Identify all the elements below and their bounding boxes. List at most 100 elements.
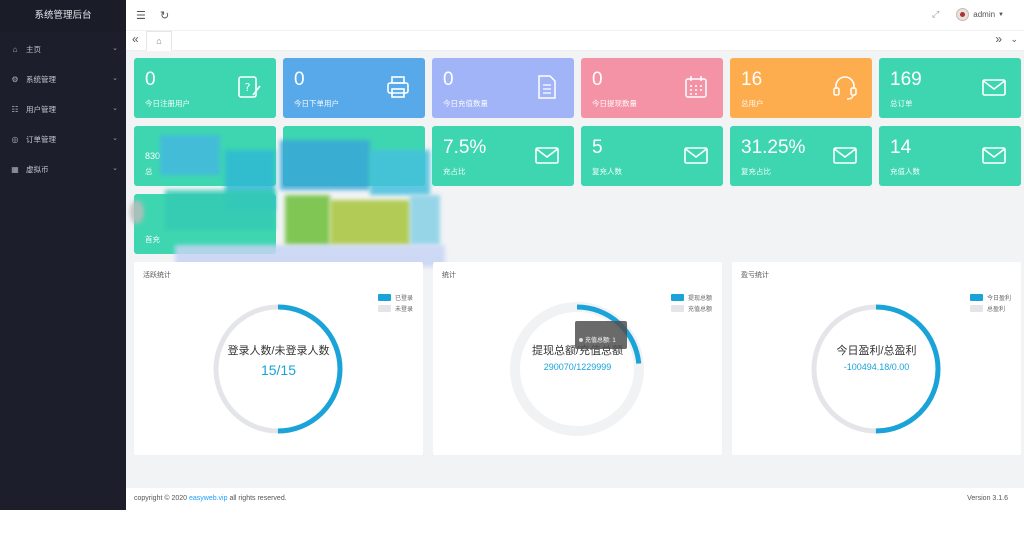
stat-value: 169 — [890, 69, 922, 90]
coin-icon: ▦ — [11, 164, 19, 174]
stat-label: 充值人数 — [890, 167, 920, 176]
tooltip-text: 充值总额: 1 — [585, 338, 616, 344]
avatar — [956, 8, 970, 21]
refresh-icon[interactable]: ↻ — [160, 9, 169, 22]
stat-label: 今日下单用户 — [294, 99, 339, 108]
sidebar-item-users[interactable]: ☷ 用户管理 ⌄ — [0, 94, 126, 124]
sidebar-brand: 系统管理后台 — [0, 0, 126, 32]
user-icon: ☷ — [11, 104, 19, 114]
stat-card-total: 830 总 — [134, 126, 276, 186]
stat-value: 31.25% — [741, 137, 806, 158]
stat-card-first-recharge: 首充 — [134, 194, 276, 254]
donut-chart — [811, 304, 941, 434]
headset-icon — [833, 76, 857, 100]
home-icon: ⌂ — [12, 44, 18, 54]
sidebar-item-orders[interactable]: ◎ 订单管理 ⌄ — [0, 124, 126, 154]
stat-value: 0 — [145, 69, 156, 90]
panel-value: 290070/1229999 — [543, 362, 612, 372]
home-icon: ⌂ — [156, 36, 162, 46]
username: admin — [973, 10, 996, 19]
tabs-menu-icon[interactable]: ⌄ — [1010, 34, 1018, 45]
panel-main-label: 今日盈利/总盈利 — [836, 345, 917, 357]
stat-card-today-register: 0 今日注册用户 ? — [134, 58, 276, 118]
document-list-icon — [538, 75, 556, 99]
panel-main-label: 登录人数/未登录人数 — [227, 345, 330, 357]
stat-label: 总订单 — [890, 99, 913, 108]
stat-card-recharge-count: 14 充值人数 — [879, 126, 1021, 186]
fullscreen-icon[interactable]: ⤢ — [932, 9, 939, 20]
top-header: ☰ ↻ ⤢ admin ▼ — [126, 0, 1024, 31]
stat-value: 0 — [294, 69, 305, 90]
copyright-suffix: all rights reserved. — [229, 495, 287, 502]
stat-card-today-withdraw: 0 今日提现数量 — [581, 58, 723, 118]
panel-active-stats: 活跃统计 已登录 未登录 登录人数/未登录人数 15/15 — [134, 262, 423, 455]
printer-icon — [387, 76, 409, 98]
stat-value: 0 — [592, 69, 603, 90]
sidebar-item-label: 订单管理 — [26, 134, 56, 144]
stat-value: 0 — [443, 69, 454, 90]
order-icon: ◎ — [11, 134, 19, 144]
tab-home[interactable]: ⌂ — [146, 31, 172, 51]
copyright-prefix: copyright © 2020 — [134, 495, 188, 502]
sidebar-item-label: 虚拟币 — [26, 164, 49, 174]
stat-card-total-orders: 169 总订单 — [879, 58, 1021, 118]
panel-finance-stats: 统计 提现总额 充值总额 提现总额/充值总额 290070/1229999 — [433, 262, 722, 455]
user-menu[interactable]: admin ▼ — [956, 8, 1004, 21]
mail-icon — [684, 147, 708, 164]
stat-card-repeat-count: 5 复充人数 — [581, 126, 723, 186]
stat-card-blurred — [283, 126, 425, 186]
stat-value: 5 — [592, 137, 603, 158]
donut-chart — [213, 304, 343, 434]
mail-icon — [535, 147, 559, 164]
mail-icon — [833, 147, 857, 164]
copyright: copyright © 2020 easyweb.vip all rights … — [134, 495, 287, 502]
sidebar-item-coins[interactable]: ▦ 虚拟币 ⌄ — [0, 154, 126, 184]
stat-value: 7.5% — [443, 137, 487, 158]
mail-icon — [982, 79, 1006, 96]
sidebar-item-label: 用户管理 — [26, 104, 56, 114]
stat-label: 充占比 — [443, 167, 466, 176]
copyright-link[interactable]: easyweb.vip — [189, 495, 228, 502]
stat-value: 14 — [890, 137, 912, 158]
chevron-down-icon: ⌄ — [112, 135, 118, 142]
stat-label: 今日充值数量 — [443, 99, 488, 108]
stat-card-repeat-ratio: 31.25% 复充占比 — [730, 126, 872, 186]
footer: copyright © 2020 easyweb.vip all rights … — [126, 488, 1024, 510]
stat-label: 总用户 — [741, 99, 764, 108]
stat-card-recharge-ratio: 7.5% 充占比 — [432, 126, 574, 186]
stat-label: 首充 — [145, 235, 160, 244]
sidebar-item-home[interactable]: ⌂ 主页 ⌄ — [0, 34, 126, 64]
stat-label: 复充占比 — [741, 167, 771, 176]
chevron-down-icon: ⌄ — [112, 75, 118, 82]
stat-label: 总 — [145, 167, 153, 176]
tabs-scroll-left-icon[interactable]: « — [132, 32, 139, 46]
chevron-down-icon: ⌄ — [112, 105, 118, 112]
menu-toggle-icon[interactable]: ☰ — [136, 9, 146, 22]
tabs-scroll-right-icon[interactable]: » — [995, 32, 1002, 46]
donut-chart — [510, 302, 644, 436]
caret-down-icon: ▼ — [998, 11, 1004, 18]
gear-icon: ⚙ — [11, 74, 19, 84]
panel-profit-stats: 盈亏统计 今日盈利 总盈利 今日盈利/总盈利 -100494.18/0.00 — [732, 262, 1021, 455]
sidebar-item-system[interactable]: ⚙ 系统管理 ⌄ — [0, 64, 126, 94]
stat-label: 复充人数 — [592, 167, 622, 176]
tooltip-dot — [579, 338, 583, 342]
stat-value: 16 — [741, 69, 763, 90]
sidebar-item-label: 主页 — [26, 44, 41, 54]
stat-card-today-recharge: 0 今日充值数量 — [432, 58, 574, 118]
app-root: 系统管理后台 ⌂ 主页 ⌄ ⚙ 系统管理 ⌄ ☷ 用户管理 ⌄ ◎ 订单管理 ⌄… — [0, 0, 1024, 510]
panel-value: -100494.18/0.00 — [843, 362, 910, 372]
stat-value: 830 — [145, 151, 161, 161]
svg-text:?: ? — [245, 81, 251, 94]
tabs-bar: « ⌂ » ⌄ — [126, 31, 1024, 51]
mail-icon — [982, 147, 1006, 164]
chevron-down-icon: ⌄ — [112, 165, 118, 172]
chart-tooltip: 充值总额: 1 — [575, 321, 627, 349]
chevron-down-icon: ⌄ — [112, 45, 118, 52]
calendar-icon — [685, 76, 707, 98]
sidebar: 系统管理后台 ⌂ 主页 ⌄ ⚙ 系统管理 ⌄ ☷ 用户管理 ⌄ ◎ 订单管理 ⌄… — [0, 0, 126, 510]
stat-label: 今日提现数量 — [592, 99, 637, 108]
stat-label: 今日注册用户 — [145, 99, 190, 108]
stat-card-today-order: 0 今日下单用户 — [283, 58, 425, 118]
stat-card-total-users: 16 总用户 — [730, 58, 872, 118]
